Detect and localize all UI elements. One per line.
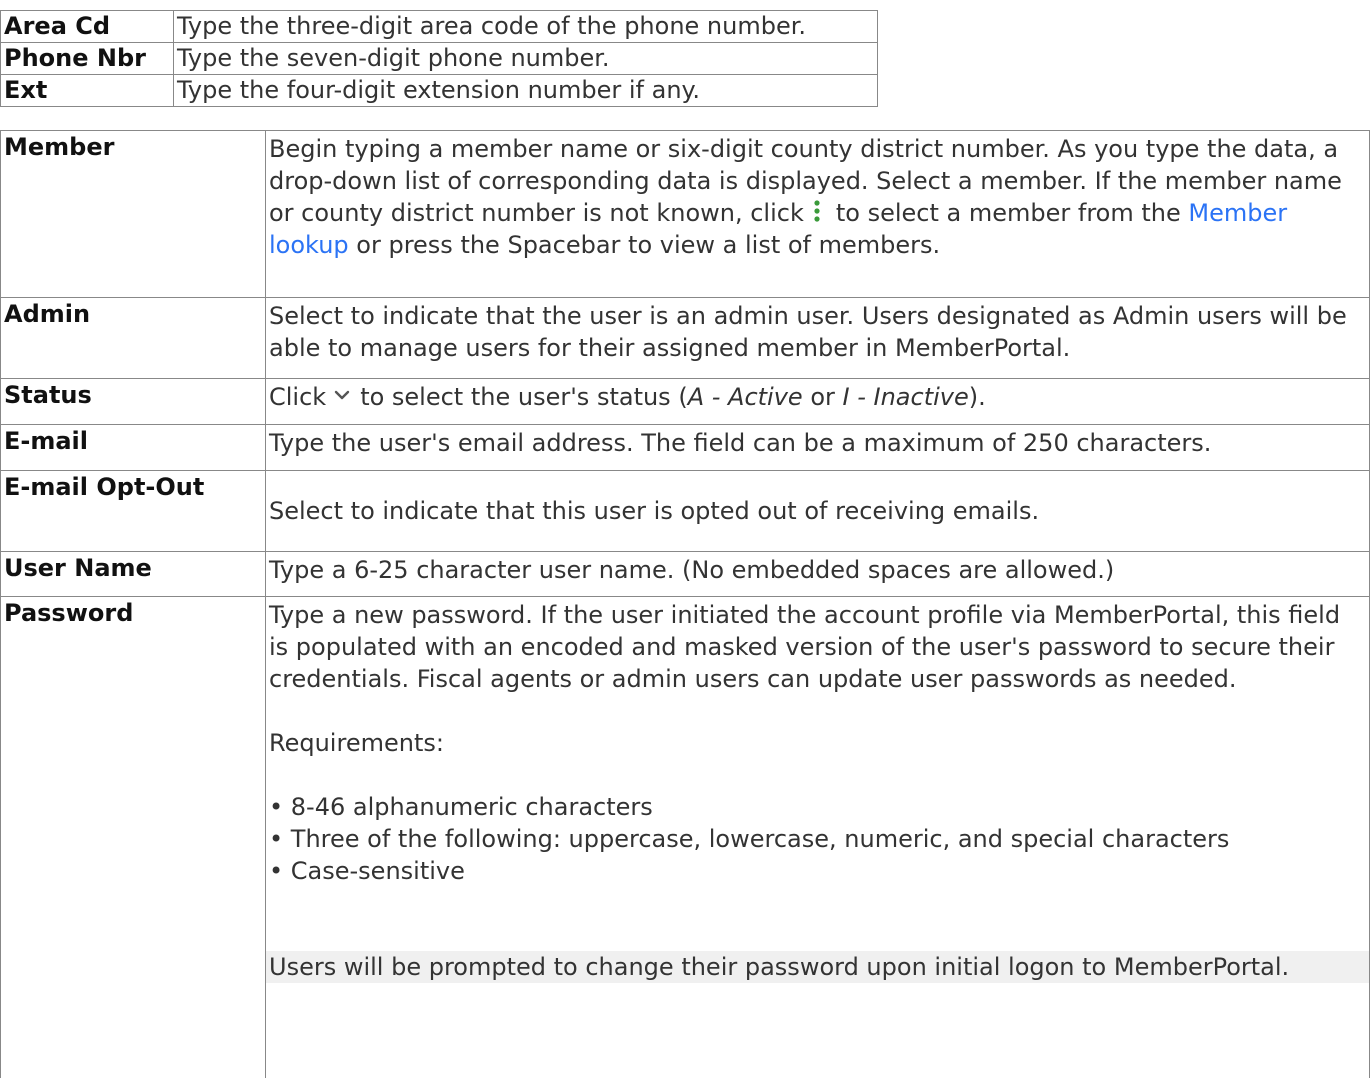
field-label-user-name: User Name	[1, 552, 266, 597]
field-desc-email: Type the user's email address. The field…	[266, 425, 1370, 471]
status-desc-text-4: ).	[969, 383, 986, 411]
table-row: Status Click to select the user's status …	[1, 379, 1370, 425]
password-description: Type a new password. If the user initiat…	[269, 599, 1366, 695]
member-desc-text: Begin typing a member name or six-digit …	[269, 135, 1342, 227]
table-row: E-mail Type the user's email address. Th…	[1, 425, 1370, 471]
table-row: User Name Type a 6-25 character user nam…	[1, 552, 1370, 597]
table-row: Admin Select to indicate that the user i…	[1, 298, 1370, 379]
status-desc-text-2: to select the user's status (	[360, 383, 688, 411]
table-row: Ext Type the four-digit extension number…	[1, 75, 878, 107]
field-desc-member: Begin typing a member name or six-digit …	[266, 131, 1370, 298]
field-desc-area-cd: Type the three-digit area code of the ph…	[174, 11, 878, 43]
field-label-email: E-mail	[1, 425, 266, 471]
field-label-area-cd: Area Cd	[1, 11, 174, 43]
table-row: Member Begin typing a member name or six…	[1, 131, 1370, 298]
table-row: E-mail Opt-Out Select to indicate that t…	[1, 471, 1370, 552]
requirement-item: • 8-46 alphanumeric characters	[269, 791, 1366, 823]
status-option-active: A - Active	[688, 383, 803, 411]
field-desc-admin: Select to indicate that the user is an a…	[266, 298, 1370, 379]
field-desc-phone-nbr: Type the seven-digit phone number.	[174, 43, 878, 75]
field-desc-status: Click to select the user's status (A - Ac…	[266, 379, 1370, 425]
requirement-item: • Three of the following: uppercase, low…	[269, 823, 1366, 855]
user-fields-table: Member Begin typing a member name or six…	[0, 130, 1370, 1078]
requirements-heading: Requirements:	[269, 727, 1366, 759]
field-label-ext: Ext	[1, 75, 174, 107]
field-label-email-opt-out: E-mail Opt-Out	[1, 471, 266, 552]
password-note: Users will be prompted to change their p…	[266, 951, 1369, 983]
field-desc-ext: Type the four-digit extension number if …	[174, 75, 878, 107]
status-desc-text: Click	[269, 383, 326, 411]
requirement-item: • Case-sensitive	[269, 855, 1366, 887]
member-desc-text-3: or press the Spacebar to view a list of …	[356, 231, 940, 259]
member-desc-text-2: to select a member from the	[836, 199, 1181, 227]
field-label-member: Member	[1, 131, 266, 298]
table-row: Area Cd Type the three-digit area code o…	[1, 11, 878, 43]
field-label-phone-nbr: Phone Nbr	[1, 43, 174, 75]
chevron-down-icon[interactable]	[332, 381, 352, 401]
status-desc-text-3: or	[803, 383, 843, 411]
field-label-status: Status	[1, 379, 266, 425]
field-label-admin: Admin	[1, 298, 266, 379]
field-desc-user-name: Type a 6-25 character user name. (No emb…	[266, 552, 1370, 597]
table-row: Password Type a new password. If the use…	[1, 597, 1370, 1078]
table-row: Phone Nbr Type the seven-digit phone num…	[1, 43, 878, 75]
status-option-inactive: I - Inactive	[843, 383, 969, 411]
vertical-dots-icon[interactable]	[808, 198, 826, 224]
field-desc-password: Type a new password. If the user initiat…	[266, 597, 1370, 1078]
field-desc-email-opt-out: Select to indicate that this user is opt…	[266, 471, 1370, 552]
field-label-password: Password	[1, 597, 266, 1078]
phone-fields-table: Area Cd Type the three-digit area code o…	[0, 10, 878, 107]
